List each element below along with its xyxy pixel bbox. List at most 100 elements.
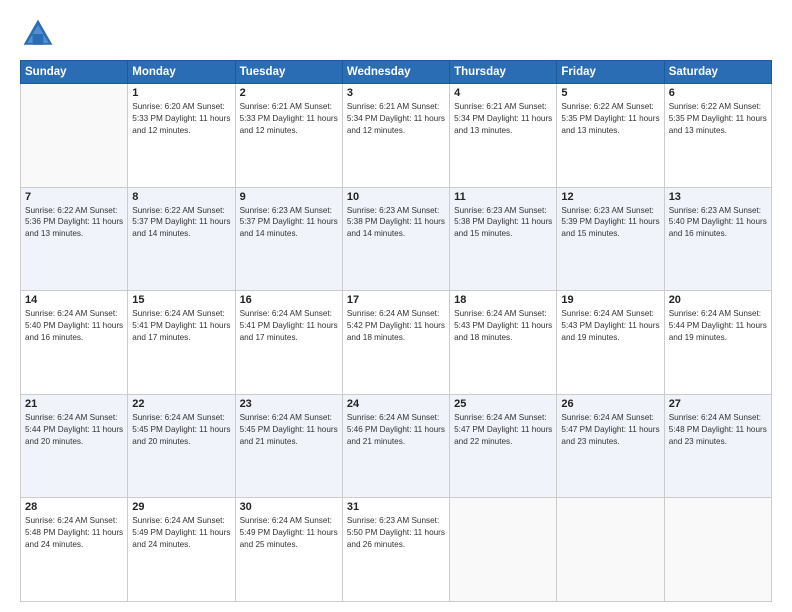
day-info: Sunrise: 6:23 AM Sunset: 5:37 PM Dayligh… xyxy=(240,205,338,241)
calendar-week-2: 7 Sunrise: 6:22 AM Sunset: 5:36 PM Daylig… xyxy=(21,187,772,291)
day-info: Sunrise: 6:22 AM Sunset: 5:35 PM Dayligh… xyxy=(669,101,767,137)
day-number: 24 xyxy=(347,398,445,410)
day-info: Sunrise: 6:24 AM Sunset: 5:47 PM Dayligh… xyxy=(561,412,659,448)
logo xyxy=(20,16,60,52)
day-number: 21 xyxy=(25,398,123,410)
calendar-cell: 17 Sunrise: 6:24 AM Sunset: 5:42 PM Dayli… xyxy=(342,291,449,395)
calendar-week-3: 14 Sunrise: 6:24 AM Sunset: 5:40 PM Dayli… xyxy=(21,291,772,395)
header-friday: Friday xyxy=(557,61,664,84)
calendar-cell: 5 Sunrise: 6:22 AM Sunset: 5:35 PM Daylig… xyxy=(557,84,664,188)
day-number: 8 xyxy=(132,191,230,203)
calendar-cell: 29Sunrise: 6:24 AM Sunset: 5:49 PM Dayli… xyxy=(128,498,235,602)
calendar-cell: 25Sunrise: 6:24 AM Sunset: 5:47 PM Dayli… xyxy=(450,394,557,498)
header-tuesday: Tuesday xyxy=(235,61,342,84)
day-info: Sunrise: 6:21 AM Sunset: 5:33 PM Dayligh… xyxy=(240,101,338,137)
day-info: Sunrise: 6:23 AM Sunset: 5:38 PM Dayligh… xyxy=(347,205,445,241)
day-number: 10 xyxy=(347,191,445,203)
calendar-cell: 30 Sunrise: 6:24 AM Sunset: 5:49 PM Dayli… xyxy=(235,498,342,602)
calendar-cell: 13 Sunrise: 6:23 AM Sunset: 5:40 PM Dayli… xyxy=(664,187,771,291)
calendar-cell: 12 Sunrise: 6:23 AM Sunset: 5:39 PM Dayli… xyxy=(557,187,664,291)
day-number: 2 xyxy=(240,87,338,99)
day-info: Sunrise: 6:24 AM Sunset: 5:43 PM Dayligh… xyxy=(454,308,552,344)
day-number: 22 xyxy=(132,398,230,410)
day-number: 18 xyxy=(454,294,552,306)
day-number: 12 xyxy=(561,191,659,203)
day-info: Sunrise: 6:20 AM Sunset: 5:33 PM Dayligh… xyxy=(132,101,230,137)
day-number: 5 xyxy=(561,87,659,99)
header xyxy=(20,16,772,52)
calendar-cell: 22Sunrise: 6:24 AM Sunset: 5:45 PM Dayli… xyxy=(128,394,235,498)
calendar-cell: 16 Sunrise: 6:24 AM Sunset: 5:41 PM Dayli… xyxy=(235,291,342,395)
header-wednesday: Wednesday xyxy=(342,61,449,84)
day-info: Sunrise: 6:24 AM Sunset: 5:40 PM Dayligh… xyxy=(25,308,123,344)
day-info: Sunrise: 6:23 AM Sunset: 5:38 PM Dayligh… xyxy=(454,205,552,241)
day-info: Sunrise: 6:24 AM Sunset: 5:41 PM Dayligh… xyxy=(132,308,230,344)
day-info: Sunrise: 6:24 AM Sunset: 5:48 PM Dayligh… xyxy=(669,412,767,448)
header-saturday: Saturday xyxy=(664,61,771,84)
day-info: Sunrise: 6:22 AM Sunset: 5:35 PM Dayligh… xyxy=(561,101,659,137)
calendar-cell: 7 Sunrise: 6:22 AM Sunset: 5:36 PM Daylig… xyxy=(21,187,128,291)
day-number: 27 xyxy=(669,398,767,410)
calendar-cell: 19Sunrise: 6:24 AM Sunset: 5:43 PM Dayli… xyxy=(557,291,664,395)
day-number: 7 xyxy=(25,191,123,203)
day-number: 26 xyxy=(561,398,659,410)
calendar-cell xyxy=(664,498,771,602)
calendar-cell: 27 Sunrise: 6:24 AM Sunset: 5:48 PM Dayli… xyxy=(664,394,771,498)
day-number: 23 xyxy=(240,398,338,410)
day-info: Sunrise: 6:21 AM Sunset: 5:34 PM Dayligh… xyxy=(347,101,445,137)
header-monday: Monday xyxy=(128,61,235,84)
calendar-cell xyxy=(21,84,128,188)
day-info: Sunrise: 6:23 AM Sunset: 5:40 PM Dayligh… xyxy=(669,205,767,241)
calendar-cell: 21Sunrise: 6:24 AM Sunset: 5:44 PM Dayli… xyxy=(21,394,128,498)
day-number: 9 xyxy=(240,191,338,203)
calendar-table: SundayMondayTuesdayWednesdayThursdayFrid… xyxy=(20,60,772,602)
header-thursday: Thursday xyxy=(450,61,557,84)
day-number: 4 xyxy=(454,87,552,99)
calendar-cell: 1 Sunrise: 6:20 AM Sunset: 5:33 PM Daylig… xyxy=(128,84,235,188)
day-number: 3 xyxy=(347,87,445,99)
calendar-week-4: 21Sunrise: 6:24 AM Sunset: 5:44 PM Dayli… xyxy=(21,394,772,498)
day-number: 17 xyxy=(347,294,445,306)
day-number: 11 xyxy=(454,191,552,203)
header-sunday: Sunday xyxy=(21,61,128,84)
day-info: Sunrise: 6:24 AM Sunset: 5:49 PM Dayligh… xyxy=(240,515,338,551)
calendar-cell: 15 Sunrise: 6:24 AM Sunset: 5:41 PM Dayli… xyxy=(128,291,235,395)
day-number: 15 xyxy=(132,294,230,306)
day-number: 14 xyxy=(25,294,123,306)
day-number: 13 xyxy=(669,191,767,203)
calendar-cell: 6 Sunrise: 6:22 AM Sunset: 5:35 PM Daylig… xyxy=(664,84,771,188)
calendar-cell: 28Sunrise: 6:24 AM Sunset: 5:48 PM Dayli… xyxy=(21,498,128,602)
day-number: 6 xyxy=(669,87,767,99)
day-info: Sunrise: 6:24 AM Sunset: 5:44 PM Dayligh… xyxy=(669,308,767,344)
calendar-cell xyxy=(450,498,557,602)
day-number: 29 xyxy=(132,501,230,513)
day-number: 30 xyxy=(240,501,338,513)
day-number: 1 xyxy=(132,87,230,99)
calendar-cell: 11 Sunrise: 6:23 AM Sunset: 5:38 PM Dayli… xyxy=(450,187,557,291)
calendar-header-row: SundayMondayTuesdayWednesdayThursdayFrid… xyxy=(21,61,772,84)
day-info: Sunrise: 6:22 AM Sunset: 5:36 PM Dayligh… xyxy=(25,205,123,241)
calendar-cell: 20 Sunrise: 6:24 AM Sunset: 5:44 PM Dayli… xyxy=(664,291,771,395)
calendar-week-5: 28Sunrise: 6:24 AM Sunset: 5:48 PM Dayli… xyxy=(21,498,772,602)
calendar-cell: 8 Sunrise: 6:22 AM Sunset: 5:37 PM Daylig… xyxy=(128,187,235,291)
day-info: Sunrise: 6:24 AM Sunset: 5:43 PM Dayligh… xyxy=(561,308,659,344)
day-number: 28 xyxy=(25,501,123,513)
day-info: Sunrise: 6:24 AM Sunset: 5:42 PM Dayligh… xyxy=(347,308,445,344)
day-info: Sunrise: 6:21 AM Sunset: 5:34 PM Dayligh… xyxy=(454,101,552,137)
day-info: Sunrise: 6:24 AM Sunset: 5:45 PM Dayligh… xyxy=(240,412,338,448)
day-info: Sunrise: 6:22 AM Sunset: 5:37 PM Dayligh… xyxy=(132,205,230,241)
page: SundayMondayTuesdayWednesdayThursdayFrid… xyxy=(0,0,792,612)
calendar-cell: 4 Sunrise: 6:21 AM Sunset: 5:34 PM Daylig… xyxy=(450,84,557,188)
calendar-cell: 9 Sunrise: 6:23 AM Sunset: 5:37 PM Daylig… xyxy=(235,187,342,291)
calendar-cell: 3 Sunrise: 6:21 AM Sunset: 5:34 PM Daylig… xyxy=(342,84,449,188)
day-info: Sunrise: 6:23 AM Sunset: 5:50 PM Dayligh… xyxy=(347,515,445,551)
day-info: Sunrise: 6:23 AM Sunset: 5:39 PM Dayligh… xyxy=(561,205,659,241)
calendar-cell: 23 Sunrise: 6:24 AM Sunset: 5:45 PM Dayli… xyxy=(235,394,342,498)
calendar-cell: 14 Sunrise: 6:24 AM Sunset: 5:40 PM Dayli… xyxy=(21,291,128,395)
calendar-week-1: 1 Sunrise: 6:20 AM Sunset: 5:33 PM Daylig… xyxy=(21,84,772,188)
day-number: 16 xyxy=(240,294,338,306)
calendar-cell: 10 Sunrise: 6:23 AM Sunset: 5:38 PM Dayli… xyxy=(342,187,449,291)
day-info: Sunrise: 6:24 AM Sunset: 5:41 PM Dayligh… xyxy=(240,308,338,344)
calendar-cell: 26 Sunrise: 6:24 AM Sunset: 5:47 PM Dayli… xyxy=(557,394,664,498)
day-number: 20 xyxy=(669,294,767,306)
